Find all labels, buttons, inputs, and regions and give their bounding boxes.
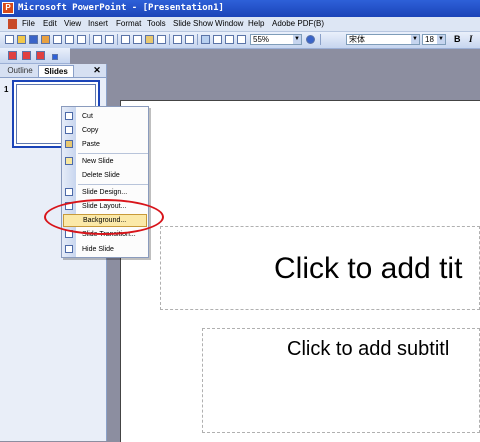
- new-slide-icon: [65, 157, 73, 165]
- new-icon[interactable]: [5, 35, 14, 44]
- toolbar-separator: [89, 34, 90, 45]
- menu-item-delete-slide[interactable]: Delete Slide: [62, 169, 148, 182]
- spelling-icon[interactable]: [93, 35, 102, 44]
- paste-icon[interactable]: [145, 35, 154, 44]
- menu-item-paste[interactable]: Paste: [62, 138, 148, 151]
- insert-chart-icon[interactable]: [201, 35, 210, 44]
- pane-tabs: Outline Slides ✕: [0, 64, 106, 78]
- slide-number: 1: [4, 85, 9, 94]
- menu-window[interactable]: Window: [215, 17, 243, 31]
- help-icon[interactable]: [306, 35, 315, 44]
- menu-file[interactable]: File: [22, 17, 35, 31]
- print-preview-icon[interactable]: [77, 35, 86, 44]
- insert-picture-icon[interactable]: [225, 35, 234, 44]
- window-title: Microsoft PowerPoint - [Presentation1]: [18, 3, 224, 13]
- title-bar: P Microsoft PowerPoint - [Presentation1]: [0, 0, 480, 17]
- menu-item-new-slide[interactable]: New Slide: [62, 155, 148, 168]
- redo-icon[interactable]: [185, 35, 194, 44]
- context-menu: Cut Copy Paste New Slide Delete Slide Sl…: [61, 106, 149, 258]
- menu-item-cut[interactable]: Cut: [62, 110, 148, 123]
- menu-separator: [78, 153, 148, 154]
- scissors-icon: [65, 112, 73, 120]
- slide-design-icon: [65, 188, 73, 196]
- bold-button[interactable]: B: [454, 34, 461, 45]
- menu-item-slide-design[interactable]: Slide Design...: [62, 186, 148, 199]
- powerpoint-app-icon[interactable]: P: [2, 2, 14, 14]
- menu-item-label: Copy: [82, 127, 99, 134]
- annotation-ellipse: [44, 199, 164, 235]
- tab-slides[interactable]: Slides: [38, 65, 74, 77]
- menu-item-label: Hide Slide: [82, 246, 114, 253]
- chevron-down-icon[interactable]: ▼: [437, 35, 445, 44]
- toolbar-separator: [117, 34, 118, 45]
- menu-bar: File Edit View Insert Format Tools Slide…: [0, 17, 480, 32]
- menu-insert[interactable]: Insert: [88, 17, 108, 31]
- save-icon[interactable]: [29, 35, 38, 44]
- format-painter-icon[interactable]: [157, 35, 166, 44]
- menu-format[interactable]: Format: [116, 17, 141, 31]
- close-icon[interactable]: ✕: [92, 64, 102, 76]
- menu-item-label: Delete Slide: [82, 172, 120, 179]
- copy-icon[interactable]: [133, 35, 142, 44]
- menu-item-label: New Slide: [82, 158, 114, 165]
- menu-view[interactable]: View: [64, 17, 81, 31]
- toolbar-separator: [320, 34, 321, 45]
- undo-icon[interactable]: [173, 35, 182, 44]
- permission-icon[interactable]: [41, 35, 50, 44]
- menu-tools[interactable]: Tools: [147, 17, 166, 31]
- menu-separator: [78, 184, 148, 185]
- paste-icon: [65, 140, 73, 148]
- font-size-combobox[interactable]: 18 ▼: [422, 34, 446, 45]
- zoom-value: 55%: [253, 35, 270, 44]
- menu-slide-show[interactable]: Slide Show: [173, 17, 213, 31]
- menu-item-label: Cut: [82, 113, 93, 120]
- research-icon[interactable]: [105, 35, 114, 44]
- standard-toolbar: 55% ▼ 宋体 ▼ 18 ▼ B I: [0, 32, 480, 49]
- open-icon[interactable]: [17, 35, 26, 44]
- menu-item-label: Slide Design...: [82, 189, 128, 196]
- hide-slide-icon: [65, 245, 73, 253]
- print-icon[interactable]: [65, 35, 74, 44]
- menu-item-hide-slide[interactable]: Hide Slide: [62, 243, 148, 256]
- chevron-down-icon[interactable]: ▼: [411, 35, 419, 44]
- zoom-combobox[interactable]: 55% ▼: [250, 34, 302, 45]
- menu-help[interactable]: Help: [248, 17, 264, 31]
- copy-icon: [65, 126, 73, 134]
- font-name-combobox[interactable]: 宋体 ▼: [346, 34, 420, 45]
- convert-and-email-icon[interactable]: [22, 51, 31, 60]
- subtitle-placeholder[interactable]: Click to add subtitl: [202, 328, 480, 433]
- insert-table-icon[interactable]: [213, 35, 222, 44]
- convert-and-review-icon[interactable]: [36, 51, 45, 60]
- pdf-toolbar: [0, 48, 70, 64]
- document-icon[interactable]: [8, 19, 17, 29]
- email-icon[interactable]: [53, 35, 62, 44]
- convert-to-pdf-icon[interactable]: [8, 51, 17, 60]
- grid-icon[interactable]: [237, 35, 246, 44]
- menu-adobe-pdf[interactable]: Adobe PDF(B): [272, 17, 324, 31]
- chevron-down-icon[interactable]: ▼: [293, 35, 301, 44]
- toolbar-separator: [169, 34, 170, 45]
- title-placeholder[interactable]: Click to add tit: [160, 226, 480, 310]
- tab-outline[interactable]: Outline: [4, 65, 36, 77]
- menu-edit[interactable]: Edit: [43, 17, 57, 31]
- toolbar-separator: [197, 34, 198, 45]
- cut-icon[interactable]: [121, 35, 130, 44]
- menu-item-label: Paste: [82, 141, 100, 148]
- menu-item-copy[interactable]: Copy: [62, 124, 148, 137]
- italic-button[interactable]: I: [469, 34, 473, 45]
- toolbar-options-icon[interactable]: [52, 54, 58, 60]
- font-name-value: 宋体: [349, 35, 365, 44]
- font-size-value: 18: [425, 35, 434, 44]
